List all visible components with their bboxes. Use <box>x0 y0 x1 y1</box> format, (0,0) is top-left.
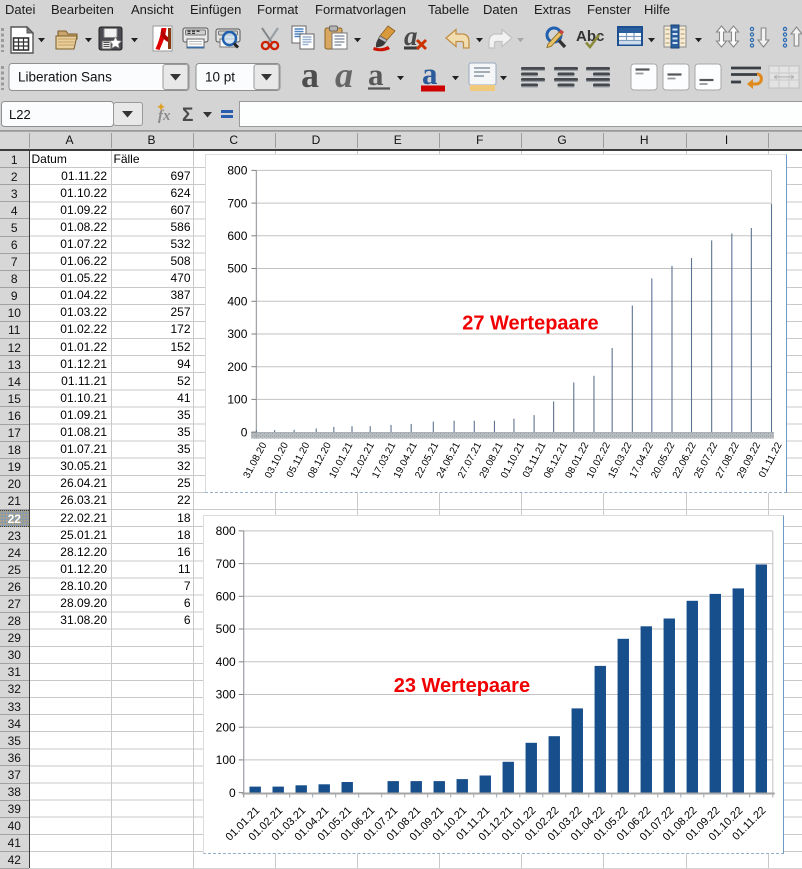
svg-text:a: a <box>301 55 319 95</box>
svg-text:a: a <box>335 55 353 95</box>
svg-text:fx: fx <box>158 108 171 124</box>
svg-text:27 Wertepaare: 27 Wertepaare <box>462 313 598 335</box>
svg-text:700: 700 <box>227 196 247 210</box>
svg-text:0: 0 <box>229 785 236 799</box>
svg-text:700: 700 <box>216 556 236 570</box>
svg-text:10 pt: 10 pt <box>205 70 235 85</box>
svg-text:800: 800 <box>216 524 236 538</box>
svg-text:300: 300 <box>216 687 236 701</box>
svg-text:200: 200 <box>216 720 236 734</box>
svg-text:600: 600 <box>216 589 236 603</box>
svg-text:300: 300 <box>227 327 247 341</box>
svg-text:0: 0 <box>240 425 247 439</box>
svg-text:400: 400 <box>216 655 236 669</box>
svg-text:800: 800 <box>227 164 247 178</box>
svg-text:500: 500 <box>227 262 247 276</box>
svg-text:Σ: Σ <box>182 105 193 126</box>
svg-text:Abc: Abc <box>576 28 604 45</box>
svg-text:200: 200 <box>227 360 247 374</box>
svg-text:L22: L22 <box>9 107 31 122</box>
svg-text:500: 500 <box>216 622 236 636</box>
svg-text:100: 100 <box>216 753 236 767</box>
svg-text:600: 600 <box>227 229 247 243</box>
svg-text:23 Wertepaare: 23 Wertepaare <box>394 675 530 697</box>
svg-text:400: 400 <box>227 295 247 309</box>
svg-text:a: a <box>368 57 384 92</box>
svg-text:100: 100 <box>227 393 247 407</box>
svg-text:Liberation Sans: Liberation Sans <box>18 70 112 85</box>
